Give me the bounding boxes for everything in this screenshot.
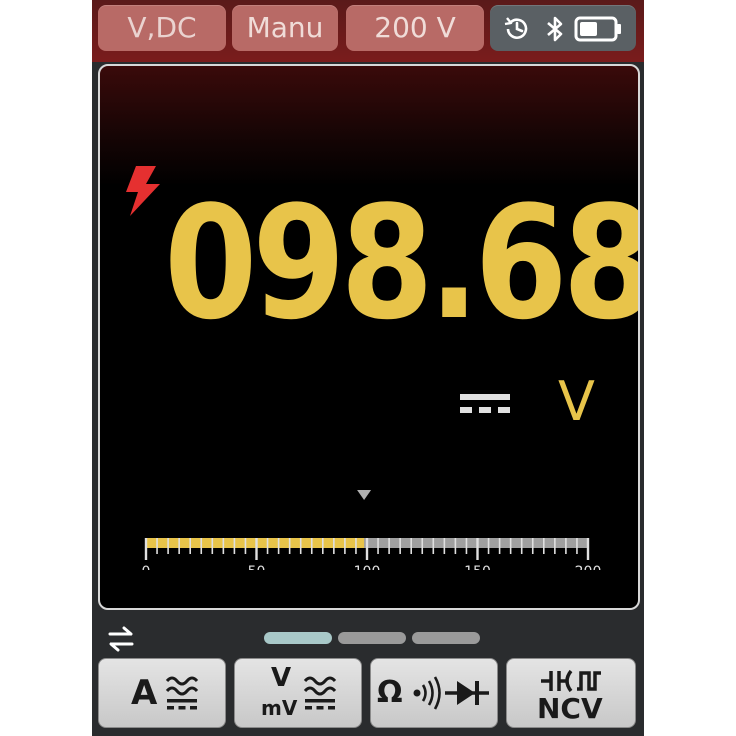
bargraph-pointer	[357, 490, 372, 500]
ncv-label: NCV	[537, 692, 603, 725]
swap-icon[interactable]	[106, 626, 136, 656]
bargraph: 0 50 100 150 200	[142, 490, 602, 570]
function-indicator[interactable]: V,DC	[98, 5, 226, 51]
bargraph-tick-label: 200	[575, 564, 602, 570]
high-voltage-icon	[120, 162, 166, 224]
page-dot-3[interactable]	[412, 632, 480, 644]
bargraph-tick-label: 50	[248, 564, 266, 570]
bargraph-tick-label: 150	[464, 564, 491, 570]
unit-label: V	[558, 370, 595, 433]
dc-symbol	[458, 390, 514, 422]
bargraph-tick-label: 100	[354, 564, 381, 570]
page-dot-1[interactable]	[264, 632, 332, 644]
current-mode-button[interactable]: A	[98, 658, 226, 728]
bluetooth-icon	[544, 14, 566, 48]
measurement-display: 098.68 V 0 50 100 150 200	[98, 64, 640, 610]
ac-dc-symbol-icon	[165, 676, 199, 710]
header-bar: V,DC Manu 200 V	[92, 0, 644, 62]
range-mode-indicator[interactable]: Manu	[232, 5, 338, 51]
status-area	[490, 5, 636, 51]
page-dot-2[interactable]	[338, 632, 406, 644]
capacitance-ncv-button[interactable]: NCV	[506, 658, 636, 728]
bargraph-tick-label: 0	[142, 564, 151, 570]
continuity-diode-icon	[413, 676, 489, 710]
resistance-mode-button[interactable]: Ω	[370, 658, 498, 728]
multimeter-screen: V,DC Manu 200 V 098.68 V A V mV Ω NCV	[92, 0, 644, 736]
history-icon	[502, 14, 532, 48]
voltage-mode-button[interactable]: V mV	[234, 658, 362, 728]
page-indicator-row	[92, 620, 644, 656]
range-indicator[interactable]: 200 V	[346, 5, 484, 51]
main-reading: 098.68	[164, 172, 640, 354]
ac-dc-symbol-icon	[303, 676, 337, 710]
battery-icon	[574, 16, 624, 46]
